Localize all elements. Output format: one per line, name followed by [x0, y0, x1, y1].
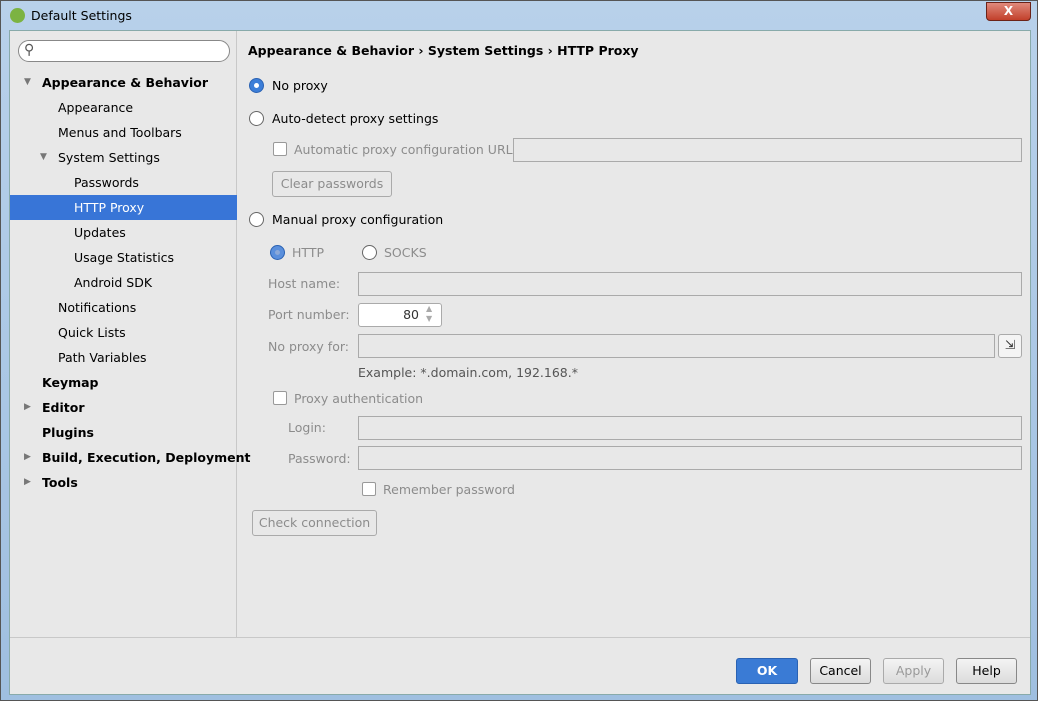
sidebar-item-label: Editor: [42, 400, 85, 415]
sidebar-item-system-settings[interactable]: ▼ System Settings: [10, 145, 237, 170]
sidebar-item-usage-statistics[interactable]: Usage Statistics: [10, 245, 237, 270]
remember-password-checkbox[interactable]: [362, 482, 376, 496]
sidebar-item-keymap[interactable]: Keymap: [10, 370, 237, 395]
sidebar-item-build-execution-deployment[interactable]: ▶ Build, Execution, Deployment: [10, 445, 250, 470]
sidebar-item-label: Passwords: [74, 175, 139, 190]
sidebar-item-label: HTTP Proxy: [74, 200, 145, 215]
close-button[interactable]: X: [986, 2, 1031, 21]
sidebar-item-label: Appearance & Behavior: [42, 75, 208, 90]
login-input[interactable]: [358, 416, 1022, 440]
password-input[interactable]: [358, 446, 1022, 470]
sidebar-item-label: Tools: [42, 475, 78, 490]
sidebar-item-label: Plugins: [42, 425, 94, 440]
host-name-label: Host name:: [268, 276, 341, 291]
http-radio[interactable]: [270, 245, 285, 260]
sidebar-item-notifications[interactable]: Notifications: [10, 295, 237, 320]
settings-sidebar: ⚲ ▼ Appearance & Behavior Appearance Menus …: [10, 31, 250, 637]
no-proxy-label: No proxy: [272, 78, 328, 93]
auto-detect-radio[interactable]: [249, 111, 264, 126]
http-label: HTTP: [292, 245, 324, 260]
sidebar-item-plugins[interactable]: Plugins: [10, 420, 237, 445]
proxy-authentication-label: Proxy authentication: [294, 391, 424, 406]
settings-window: Default Settings X ⚲ ▼ Appearance & Behav…: [0, 0, 1038, 701]
password-label: Password:: [288, 451, 351, 466]
sidebar-item-android-sdk[interactable]: Android SDK: [10, 270, 237, 295]
sidebar-item-label: Android SDK: [74, 275, 153, 290]
apply-button[interactable]: Apply: [883, 658, 944, 684]
chevron-right-icon[interactable]: ▶: [24, 395, 31, 420]
sidebar-item-label: Path Variables: [58, 350, 147, 365]
auto-config-url-checkbox[interactable]: [273, 142, 287, 156]
search-icon: ⚲: [24, 42, 35, 58]
sidebar-item-label: Keymap: [42, 375, 99, 390]
manual-proxy-label: Manual proxy configuration: [272, 212, 444, 227]
sidebar-item-http-proxy[interactable]: HTTP Proxy: [10, 195, 237, 220]
proxy-authentication-checkbox[interactable]: [273, 391, 287, 405]
sidebar-item-label: Menus and Toolbars: [58, 125, 182, 140]
check-connection-button[interactable]: Check connection: [252, 510, 377, 536]
sidebar-item-passwords[interactable]: Passwords: [10, 170, 237, 195]
sidebar-item-quick-lists[interactable]: Quick Lists: [10, 320, 237, 345]
sidebar-item-editor[interactable]: ▶ Editor: [10, 395, 237, 420]
ok-button[interactable]: OK: [736, 658, 798, 684]
sidebar-item-label: Build, Execution, Deployment: [42, 450, 251, 465]
title-bar: Default Settings X: [1, 1, 1037, 30]
port-number-label: Port number:: [268, 307, 350, 322]
window-title: Default Settings: [31, 8, 132, 23]
sidebar-item-label: Notifications: [58, 300, 137, 315]
cancel-button[interactable]: Cancel: [810, 658, 871, 684]
manual-proxy-radio[interactable]: [249, 212, 264, 227]
login-label: Login:: [288, 420, 326, 435]
sidebar-item-menus-and-toolbars[interactable]: Menus and Toolbars: [10, 120, 237, 145]
expand-field-icon[interactable]: ⇲: [998, 334, 1022, 358]
socks-radio[interactable]: [362, 245, 377, 260]
sidebar-item-label: Updates: [74, 225, 126, 240]
chevron-down-icon[interactable]: ▼: [40, 145, 47, 170]
no-proxy-radio[interactable]: [249, 78, 264, 93]
android-studio-icon: [10, 8, 25, 23]
sidebar-item-path-variables[interactable]: Path Variables: [10, 345, 237, 370]
sidebar-item-appearance-behavior[interactable]: ▼ Appearance & Behavior: [10, 70, 237, 95]
sidebar-item-updates[interactable]: Updates: [10, 220, 237, 245]
sidebar-item-appearance[interactable]: Appearance: [10, 95, 237, 120]
auto-config-url-label: Automatic proxy configuration URL:: [294, 142, 517, 157]
chevron-right-icon[interactable]: ▶: [24, 445, 31, 470]
stepper-arrows-icon[interactable]: ▲ ▼: [426, 304, 432, 324]
no-proxy-for-input[interactable]: [358, 334, 995, 358]
search-input[interactable]: ⚲: [18, 40, 230, 62]
sidebar-item-label: Appearance: [58, 100, 134, 115]
auto-detect-label: Auto-detect proxy settings: [272, 111, 439, 126]
host-name-input[interactable]: [358, 272, 1022, 296]
chevron-down-icon[interactable]: ▼: [24, 70, 31, 95]
socks-label: SOCKS: [384, 245, 427, 260]
no-proxy-for-label: No proxy for:: [268, 339, 349, 354]
breadcrumb: Appearance & Behavior › System Settings …: [248, 43, 639, 58]
no-proxy-example: Example: *.domain.com, 192.168.*: [358, 365, 578, 380]
clear-passwords-button[interactable]: Clear passwords: [272, 171, 392, 197]
auto-config-url-input[interactable]: [513, 138, 1022, 162]
chevron-right-icon[interactable]: ▶: [24, 470, 31, 495]
help-button[interactable]: Help: [956, 658, 1017, 684]
sidebar-item-label: Quick Lists: [58, 325, 126, 340]
http-proxy-panel: Appearance & Behavior › System Settings …: [238, 31, 1030, 637]
sidebar-item-tools[interactable]: ▶ Tools: [10, 470, 237, 495]
remember-password-label: Remember password: [383, 482, 515, 497]
sidebar-item-label: System Settings: [58, 150, 160, 165]
dialog-footer: OK Cancel Apply Help: [10, 637, 1030, 695]
sidebar-item-label: Usage Statistics: [74, 250, 175, 265]
